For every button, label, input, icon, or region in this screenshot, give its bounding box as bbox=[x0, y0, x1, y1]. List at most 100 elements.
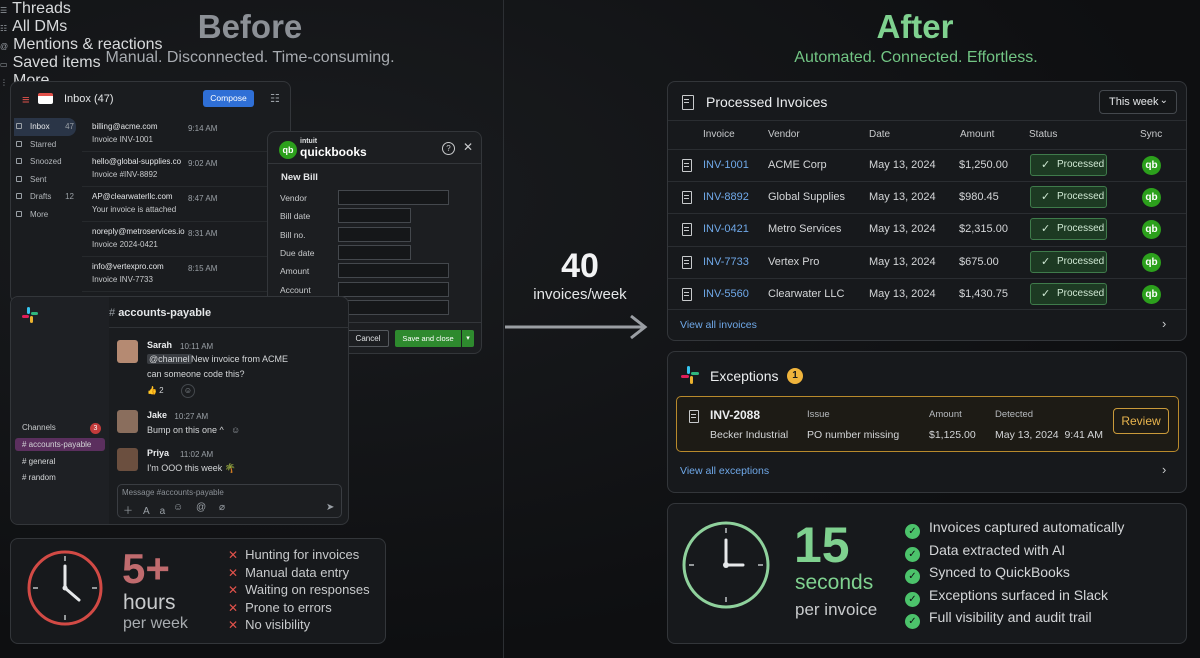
slack-nav-label: All DMs bbox=[12, 18, 68, 35]
benefit-text: Synced to QuickBooks bbox=[929, 564, 1070, 580]
qb-header-divider bbox=[268, 163, 481, 164]
attach-icon[interactable]: ⌀ bbox=[219, 502, 225, 513]
chevron-right-icon[interactable]: › bbox=[1162, 316, 1166, 331]
period-select-value: This week bbox=[1109, 96, 1159, 108]
email-time: 8:47 AM bbox=[188, 194, 218, 203]
menu-icon[interactable]: ≡ bbox=[22, 93, 30, 106]
nav-label: More bbox=[30, 209, 49, 219]
message-text: New invoice from ACME bbox=[191, 354, 289, 364]
chevron-right-icon[interactable]: › bbox=[1162, 462, 1166, 477]
table-row[interactable]: INV-5560 Clearwater LLC May 13, 2024 $1,430… bbox=[668, 277, 1186, 310]
email-subject: Your invoice is attached bbox=[92, 205, 177, 214]
channel-item[interactable]: # accounts-payable bbox=[15, 438, 105, 451]
amount-cell: $1,250.00 bbox=[959, 159, 1008, 171]
table-row[interactable]: INV-1001 ACME Corp May 13, 2024 $1,250.00 Pr… bbox=[668, 149, 1186, 181]
emoji-icon[interactable]: ☺ bbox=[173, 502, 183, 513]
email-item[interactable]: hello@global-supplies.co Invoice #INV-889… bbox=[82, 152, 272, 187]
vendor-cell: Metro Services bbox=[768, 223, 842, 236]
qb-field-input[interactable] bbox=[338, 263, 449, 279]
close-icon[interactable]: ✕ bbox=[463, 140, 473, 154]
qb-field: Amount bbox=[280, 263, 460, 280]
qb-form-title: New Bill bbox=[281, 172, 318, 183]
invoice-count-label: invoices/week bbox=[533, 286, 627, 303]
table-row[interactable]: INV-8892 Global Supplies May 13, 2024 $980.… bbox=[668, 181, 1186, 213]
vendor-cell: Vertex Pro bbox=[768, 255, 820, 268]
view-all-invoices-link[interactable]: View all invoices bbox=[680, 319, 757, 331]
qb-field-input[interactable] bbox=[338, 208, 411, 224]
cancel-button[interactable]: Cancel bbox=[347, 330, 389, 347]
slack-sidebar bbox=[11, 297, 109, 524]
review-button[interactable]: Review bbox=[1113, 408, 1169, 434]
gmail-nav-item[interactable]: Inbox 47 bbox=[16, 119, 74, 133]
after-big-number: 15 bbox=[794, 517, 850, 573]
quickbooks-sync-icon: qb bbox=[1142, 156, 1161, 175]
email-item[interactable]: AP@clearwaterllc.com Your invoice is atta… bbox=[82, 187, 272, 222]
slack-nav-icon: ☷ bbox=[0, 24, 8, 33]
vendor-cell: ACME Corp bbox=[768, 159, 827, 171]
qb-field-input[interactable] bbox=[338, 190, 449, 205]
send-icon[interactable]: ➤ bbox=[326, 502, 334, 513]
gmail-nav-item[interactable]: Starred bbox=[16, 137, 74, 151]
date-cell: May 13, 2024 bbox=[869, 159, 936, 171]
add-reaction-icon[interactable]: ☺ bbox=[181, 384, 195, 398]
quickbooks-sync-icon: qb bbox=[1142, 220, 1161, 240]
invoice-link[interactable]: INV-5560 bbox=[703, 288, 749, 300]
add-reaction-icon[interactable]: ☺ bbox=[231, 425, 240, 435]
save-dropdown-icon[interactable]: ▾ bbox=[462, 330, 474, 347]
benefit-item: ✓ Data extracted with AI bbox=[905, 542, 1065, 562]
reaction[interactable]: 👍 2 bbox=[147, 386, 164, 395]
before-unit: hours bbox=[123, 591, 176, 614]
check-icon: ✓ bbox=[905, 591, 920, 607]
gmail-nav-item[interactable]: Sent bbox=[16, 172, 74, 186]
check-icon: ✓ bbox=[905, 546, 920, 562]
invoice-link[interactable]: INV-8892 bbox=[703, 191, 749, 203]
qb-field-input[interactable] bbox=[338, 226, 411, 242]
qb-field-label: Amount bbox=[280, 266, 310, 277]
amount-cell: $675.00 bbox=[959, 255, 999, 268]
gmail-nav-item[interactable]: More bbox=[16, 207, 74, 221]
document-icon bbox=[682, 159, 692, 172]
exception-amount: $1,125.00 bbox=[929, 429, 976, 441]
help-icon[interactable]: ? bbox=[442, 142, 455, 155]
table-row[interactable]: INV-0421 Metro Services May 13, 2024 $2,315… bbox=[668, 213, 1186, 245]
mention-icon[interactable]: @ bbox=[196, 502, 206, 513]
channel-item[interactable]: # random bbox=[15, 471, 105, 484]
invoice-link[interactable]: INV-7733 bbox=[703, 256, 749, 268]
email-item[interactable]: noreply@metroservices.io Invoice 2024-042… bbox=[82, 222, 272, 257]
email-item[interactable]: billing@acme.com Invoice INV-1001 9:14 AM bbox=[82, 117, 272, 152]
qb-field-input[interactable] bbox=[338, 299, 449, 315]
email-time: 9:02 AM bbox=[188, 159, 218, 168]
view-all-exceptions-link[interactable]: View all exceptions bbox=[680, 465, 769, 477]
period-select[interactable]: This week ⌄ bbox=[1099, 90, 1177, 114]
qb-field-input[interactable] bbox=[338, 281, 449, 297]
document-icon bbox=[682, 191, 692, 205]
status-badge: Processed bbox=[1030, 154, 1107, 176]
status-badge: Processed bbox=[1030, 218, 1107, 241]
slack-logo-icon bbox=[22, 307, 38, 323]
slack-nav-icon: ☰ bbox=[0, 6, 8, 15]
channel-item[interactable]: # general bbox=[15, 455, 105, 468]
message-author: Sarah bbox=[147, 340, 173, 350]
email-item[interactable]: info@vertexpro.com Invoice INV-7733 8:15 A… bbox=[82, 257, 272, 292]
compose-button[interactable]: Compose bbox=[203, 90, 254, 107]
gmail-nav-item[interactable]: Snoozed bbox=[16, 154, 74, 168]
composer-tools[interactable]: ＋Aa bbox=[123, 502, 175, 517]
document-icon bbox=[682, 255, 692, 269]
exception-row[interactable]: INV-2088 Becker Industrial Issue PO numb… bbox=[676, 396, 1179, 452]
date-cell: May 13, 2024 bbox=[869, 255, 936, 268]
amount-cell: $2,315.00 bbox=[959, 223, 1008, 236]
message-author: Priya bbox=[147, 448, 170, 458]
table-row[interactable]: INV-7733 Vertex Pro May 13, 2024 $675.00 Pro… bbox=[668, 245, 1186, 278]
message-composer[interactable]: Message #accounts-payable ＋Aa ☺ @ ⌀ ➤ bbox=[117, 484, 342, 518]
qb-field-label: Bill no. bbox=[280, 229, 306, 240]
filter-icon[interactable]: ☷ bbox=[270, 92, 280, 105]
save-and-close-button[interactable]: Save and close bbox=[395, 330, 461, 347]
invoice-link[interactable]: INV-0421 bbox=[703, 223, 749, 235]
channel-title: # accounts-payable bbox=[109, 307, 212, 319]
invoice-link[interactable]: INV-1001 bbox=[703, 159, 749, 171]
qb-field-input[interactable] bbox=[338, 244, 411, 260]
after-subtitle: Automated. Connected. Effortless. bbox=[794, 49, 1038, 66]
gmail-nav-item[interactable]: Drafts 12 bbox=[16, 189, 74, 203]
pain-item: ✕ No visibility bbox=[228, 617, 310, 632]
x-icon: ✕ bbox=[228, 548, 239, 562]
